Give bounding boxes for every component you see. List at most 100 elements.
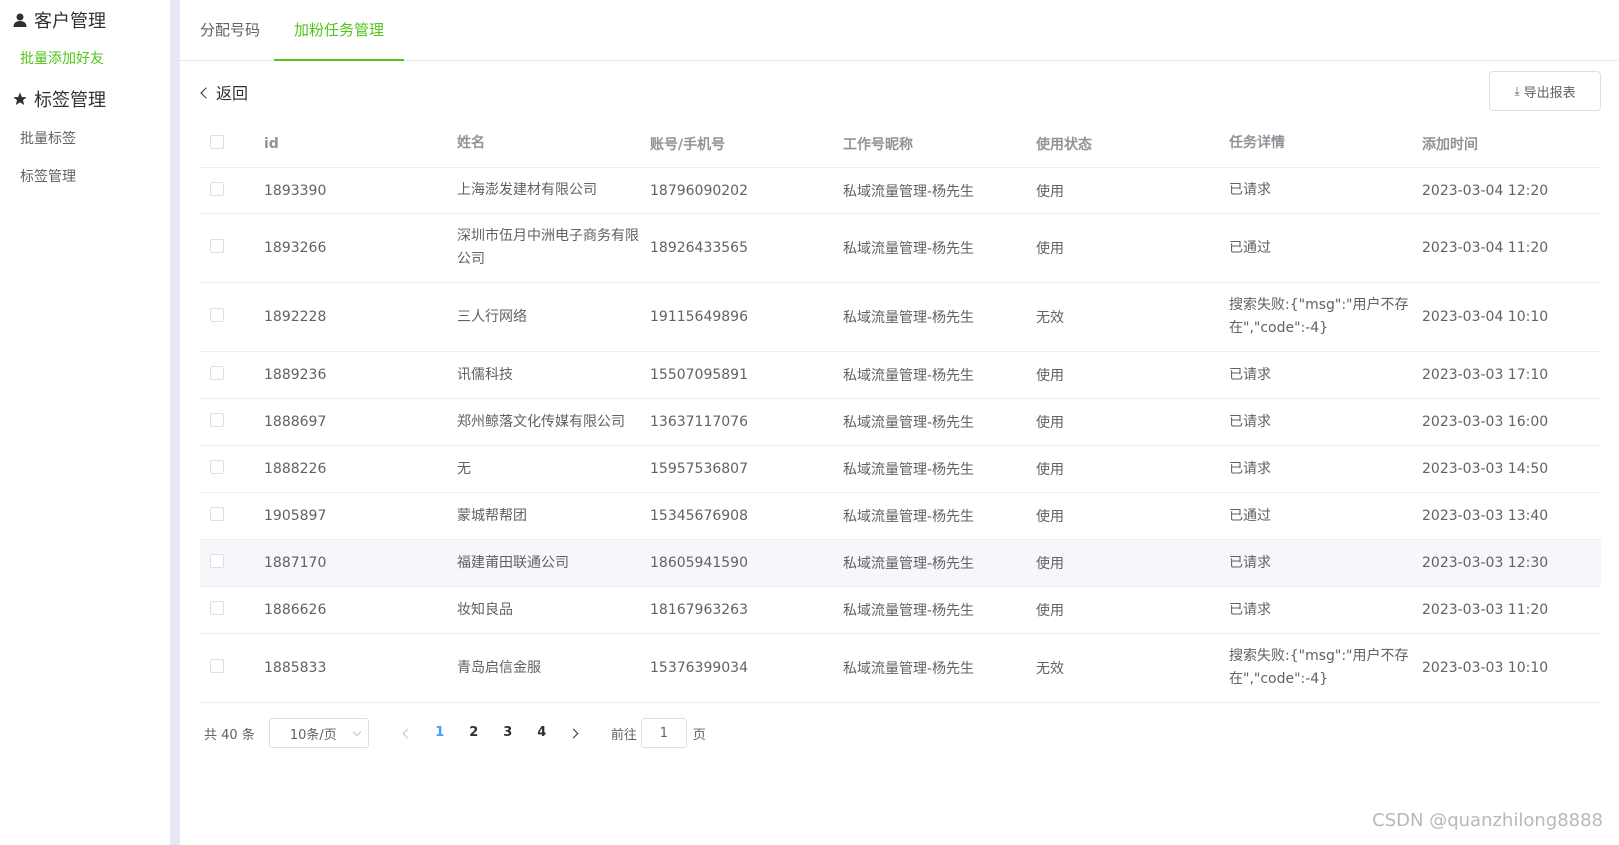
cell-id: 1887170 [264, 555, 327, 571]
cell-time: 2023-03-03 10:10 [1422, 660, 1549, 676]
cell-detail: 已请求 [1229, 366, 1271, 383]
chevron-left-icon [402, 728, 413, 738]
tab-fan-task-management[interactable]: 加粉任务管理 [274, 0, 405, 61]
row-checkbox-cell [200, 659, 264, 677]
cell-status: 无效 [1036, 661, 1064, 677]
cell-detail: 已请求 [1229, 460, 1271, 477]
cell-nickname: 私域流量管理-杨先生 [843, 183, 975, 200]
menu-group-customer[interactable]: 客户管理 [12, 7, 106, 33]
sidebar-divider [170, 0, 180, 845]
page-size-select[interactable]: 10条/页 [268, 718, 369, 748]
cell-nickname: 私域流量管理-杨先生 [843, 462, 975, 478]
cell-phone: 18796090202 [650, 182, 748, 199]
header-name: 姓名 [457, 135, 485, 151]
back-button[interactable]: 返回 [200, 80, 249, 104]
cell-status: 使用 [1036, 415, 1064, 431]
cell-nickname: 私域流量管理-杨先生 [843, 415, 975, 431]
cell-name: 郑州鲸落文化传媒有限公司 [457, 413, 625, 430]
task-table: id 姓名 账号/手机号 工作号昵称 使用状态 任务详情 添加时间 189339… [200, 120, 1601, 703]
table-row[interactable]: 1893266 深圳市伍月中洲电子商务有限公司 18926433565 私域流量… [200, 214, 1601, 283]
select-all-checkbox[interactable] [210, 134, 224, 149]
menu-item-batch-add-friends[interactable]: 批量添加好友 [20, 48, 104, 68]
row-checkbox[interactable] [210, 181, 224, 196]
download-icon: ⤓ [1514, 83, 1520, 98]
cell-id: 1889236 [264, 367, 327, 383]
tab-assign-numbers[interactable]: 分配号码 [180, 0, 280, 61]
cell-time: 2023-03-04 12:20 [1422, 182, 1549, 199]
row-checkbox-cell [200, 181, 264, 200]
cell-id: 1885833 [264, 660, 327, 676]
header-nickname: 工作号昵称 [843, 136, 913, 153]
row-checkbox[interactable] [210, 507, 224, 521]
cell-status: 使用 [1036, 556, 1064, 572]
page-4[interactable]: 4 [525, 718, 559, 748]
cell-phone: 18167963263 [650, 602, 748, 618]
row-checkbox[interactable] [210, 460, 224, 474]
goto-suffix: 页 [692, 727, 706, 743]
star-icon [12, 91, 28, 107]
table-header: id 姓名 账号/手机号 工作号昵称 使用状态 任务详情 添加时间 [200, 120, 1601, 168]
prev-page-button[interactable] [393, 718, 423, 748]
cell-time: 2023-03-03 12:30 [1422, 555, 1549, 571]
cell-time: 2023-03-03 14:50 [1422, 461, 1549, 477]
header-detail: 任务详情 [1229, 135, 1285, 151]
row-checkbox[interactable] [210, 413, 224, 427]
export-report-button[interactable]: ⤓ 导出报表 [1489, 71, 1601, 111]
table-row[interactable]: 1886626 妆知良品 18167963263 私域流量管理-杨先生 使用 已… [200, 587, 1601, 634]
cell-nickname: 私域流量管理-杨先生 [843, 661, 975, 677]
cell-id: 1893390 [264, 182, 327, 199]
cell-detail: 已请求 [1229, 554, 1271, 571]
tab-bar: 分配号码 加粉任务管理 [180, 0, 1619, 61]
pagination-total: 共 40 条 [204, 727, 255, 743]
select-all-cell [200, 134, 264, 153]
page-1[interactable]: 1 [423, 718, 457, 748]
page-2[interactable]: 2 [457, 718, 491, 748]
row-checkbox[interactable] [210, 308, 224, 322]
cell-detail: 搜索失败:{"msg":"用户不存在","code":-4} [1229, 297, 1409, 336]
menu-group-tags[interactable]: 标签管理 [12, 86, 106, 112]
cell-time: 2023-03-03 16:00 [1422, 414, 1549, 430]
table-row[interactable]: 1888226 无 15957536807 私域流量管理-杨先生 使用 已请求 … [200, 446, 1601, 493]
sidebar: 客户管理 批量添加好友 标签管理 批量标签 标签管理 [0, 0, 170, 845]
row-checkbox[interactable] [210, 601, 224, 615]
row-checkbox-cell [200, 366, 264, 384]
row-checkbox-cell [200, 239, 264, 257]
row-checkbox[interactable] [210, 366, 224, 380]
cell-detail: 已请求 [1229, 413, 1271, 430]
cell-name: 无 [457, 460, 471, 477]
cell-time: 2023-03-04 11:20 [1422, 240, 1549, 256]
table-row[interactable]: 1888697 郑州鲸落文化传媒有限公司 13637117076 私域流量管理-… [200, 399, 1601, 446]
row-checkbox[interactable] [210, 554, 224, 568]
cell-name: 福建莆田联通公司 [457, 554, 569, 571]
table-row[interactable]: 1905897 蒙城帮帮团 15345676908 私域流量管理-杨先生 使用 … [200, 493, 1601, 540]
back-label: 返回 [216, 84, 249, 103]
goto-page-input[interactable] [640, 718, 687, 748]
page-3[interactable]: 3 [491, 718, 525, 748]
cell-detail: 已请求 [1229, 601, 1271, 618]
cell-name: 妆知良品 [457, 601, 513, 618]
cell-detail: 已通过 [1229, 507, 1271, 524]
cell-phone: 13637117076 [650, 414, 748, 430]
cell-status: 使用 [1036, 509, 1064, 525]
header-phone: 账号/手机号 [650, 136, 726, 153]
table-row[interactable]: 1887170 福建莆田联通公司 18605941590 私域流量管理-杨先生 … [200, 540, 1601, 587]
cell-phone: 19115649896 [650, 309, 748, 325]
watermark: CSDN @quanzhilong8888 [1372, 810, 1603, 831]
menu-item-tag-management[interactable]: 标签管理 [20, 166, 76, 186]
cell-id: 1886626 [264, 602, 327, 618]
table-row[interactable]: 1893390 上海澎发建材有限公司 18796090202 私域流量管理-杨先… [200, 168, 1601, 214]
row-checkbox-cell [200, 308, 264, 326]
cell-nickname: 私域流量管理-杨先生 [843, 603, 975, 619]
table-row[interactable]: 1889236 讯儒科技 15507095891 私域流量管理-杨先生 使用 已… [200, 352, 1601, 399]
row-checkbox[interactable] [210, 659, 224, 673]
next-page-button[interactable] [559, 718, 589, 748]
export-label: 导出报表 [1523, 85, 1576, 101]
row-checkbox[interactable] [210, 239, 224, 253]
cell-id: 1888226 [264, 461, 327, 477]
header-time: 添加时间 [1422, 136, 1478, 153]
table-row[interactable]: 1892228 三人行网络 19115649896 私域流量管理-杨先生 无效 … [200, 283, 1601, 352]
header-id: id [264, 135, 279, 152]
table-row[interactable]: 1885833 青岛启信金服 15376399034 私域流量管理-杨先生 无效… [200, 634, 1601, 703]
menu-item-batch-tags[interactable]: 批量标签 [20, 128, 76, 148]
cell-phone: 15376399034 [650, 660, 748, 676]
